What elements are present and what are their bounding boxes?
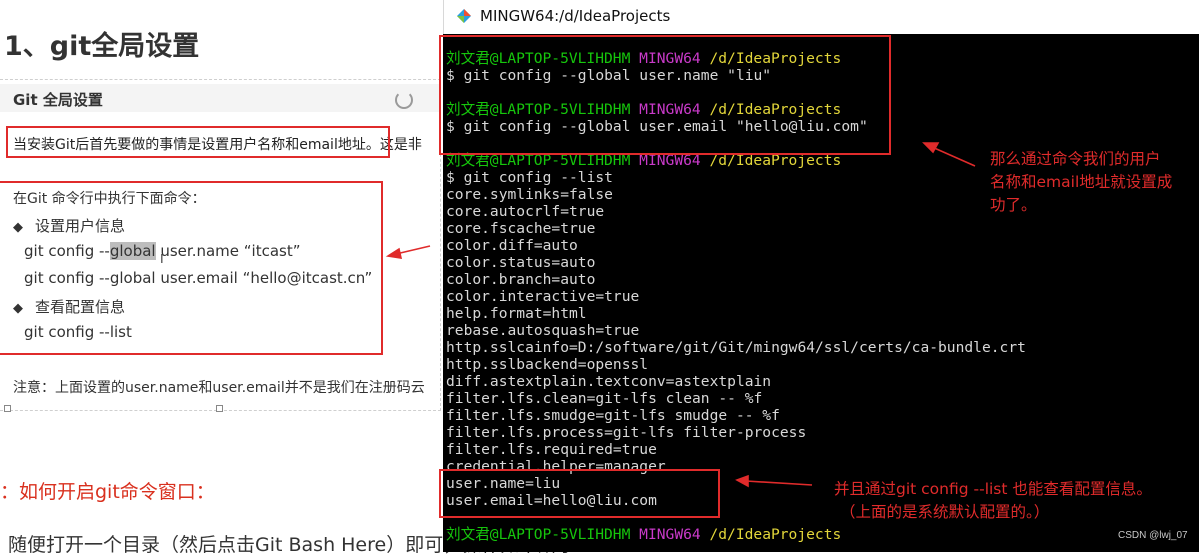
arrow-head-icon xyxy=(385,247,403,259)
arrow-icon xyxy=(395,245,431,255)
annotation-arrows xyxy=(385,142,976,488)
arrow-icon xyxy=(745,480,813,486)
arrow-icon xyxy=(931,146,976,167)
watermark: CSDN @lwj_07 xyxy=(1118,530,1188,541)
arrow-head-icon xyxy=(735,474,749,488)
arrow-head-icon xyxy=(922,142,940,154)
